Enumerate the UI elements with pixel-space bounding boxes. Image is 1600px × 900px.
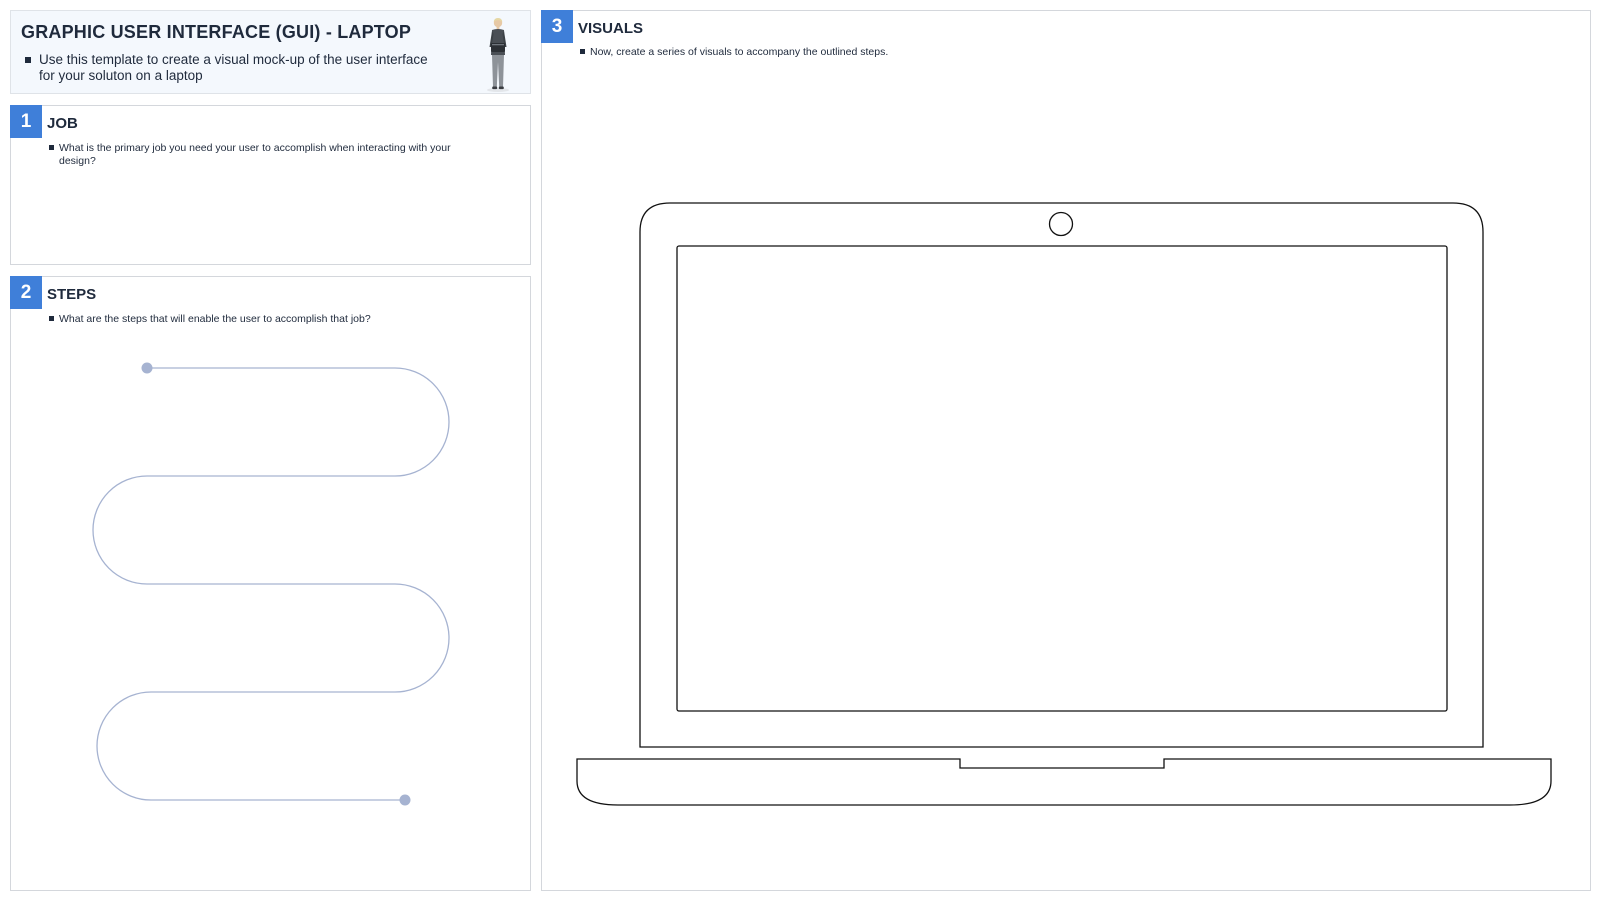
page-title: GRAPHIC USER INTERFACE (GUI) - LAPTOP xyxy=(21,22,412,42)
steps-start-dot xyxy=(141,362,153,374)
intro-label: Use this template to create a visual moc… xyxy=(39,52,428,83)
steps-path-diagram xyxy=(92,362,450,806)
bullet-square-icon xyxy=(25,57,31,63)
job-panel: 1 JOB What is the primary job you need y… xyxy=(10,105,531,265)
job-prompt: What is the primary job you need your us… xyxy=(49,142,489,168)
header-panel: GRAPHIC USER INTERFACE (GUI) - LAPTOP Us… xyxy=(10,10,531,94)
bullet-square-icon xyxy=(49,145,54,150)
steps-end-dot xyxy=(399,794,411,806)
camera-icon xyxy=(1048,211,1074,237)
steps-panel: 2 STEPS What are the steps that will ena… xyxy=(10,276,531,891)
laptop-screen[interactable] xyxy=(676,245,1448,712)
job-title: JOB xyxy=(47,115,78,132)
job-prompt-text: What is the primary job you need your us… xyxy=(59,142,451,167)
steps-serpentine-path xyxy=(92,367,450,801)
laptop-base xyxy=(576,758,1552,806)
visuals-panel: 3 VISUALS Now, create a series of visual… xyxy=(541,10,1591,891)
section-number-badge: 1 xyxy=(10,105,42,138)
intro-text: Use this template to create a visual moc… xyxy=(25,52,445,84)
laptop-outline-icon xyxy=(576,202,1552,806)
person-figure-icon xyxy=(483,17,513,93)
